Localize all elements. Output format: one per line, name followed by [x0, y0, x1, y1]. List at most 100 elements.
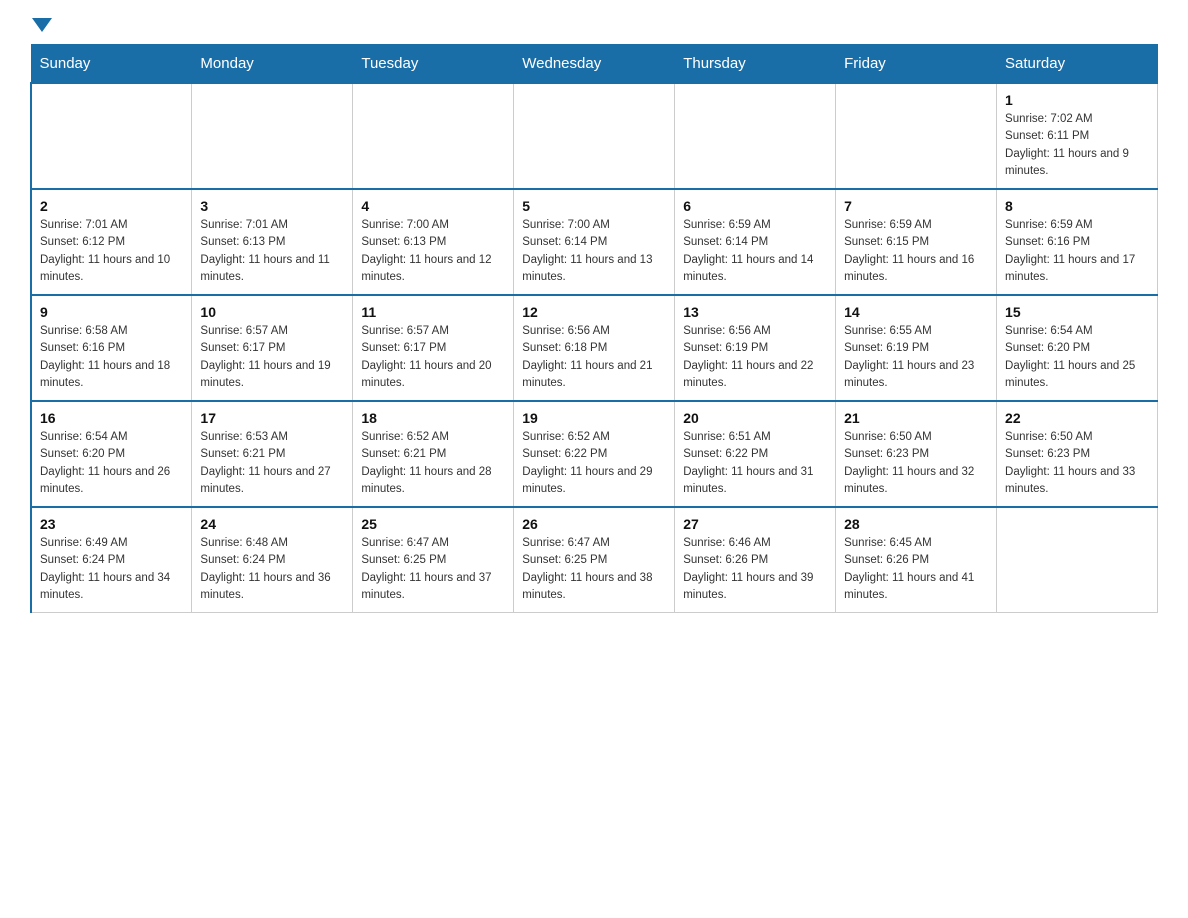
day-number: 11: [361, 304, 505, 320]
calendar-cell: 12 Sunrise: 6:56 AMSunset: 6:18 PMDayligh…: [514, 295, 675, 401]
day-info: Sunrise: 6:53 AMSunset: 6:21 PMDaylight:…: [200, 429, 344, 498]
day-number: 13: [683, 304, 827, 320]
calendar-cell: 28 Sunrise: 6:45 AMSunset: 6:26 PMDayligh…: [836, 507, 997, 613]
day-number: 17: [200, 410, 344, 426]
weekday-header-monday: Monday: [192, 45, 353, 84]
day-info: Sunrise: 6:52 AMSunset: 6:22 PMDaylight:…: [522, 429, 666, 498]
calendar-cell: 23 Sunrise: 6:49 AMSunset: 6:24 PMDayligh…: [31, 507, 192, 613]
calendar-cell: 4 Sunrise: 7:00 AMSunset: 6:13 PMDaylight…: [353, 189, 514, 295]
day-info: Sunrise: 6:54 AMSunset: 6:20 PMDaylight:…: [1005, 323, 1149, 392]
day-number: 18: [361, 410, 505, 426]
day-info: Sunrise: 6:56 AMSunset: 6:19 PMDaylight:…: [683, 323, 827, 392]
day-info: Sunrise: 6:58 AMSunset: 6:16 PMDaylight:…: [40, 323, 183, 392]
calendar-cell: 1 Sunrise: 7:02 AMSunset: 6:11 PMDaylight…: [997, 83, 1158, 189]
logo: [30, 20, 52, 34]
calendar-cell: 15 Sunrise: 6:54 AMSunset: 6:20 PMDayligh…: [997, 295, 1158, 401]
calendar-cell: 19 Sunrise: 6:52 AMSunset: 6:22 PMDayligh…: [514, 401, 675, 507]
day-number: 22: [1005, 410, 1149, 426]
calendar-cell: [997, 507, 1158, 613]
day-info: Sunrise: 6:49 AMSunset: 6:24 PMDaylight:…: [40, 535, 183, 604]
weekday-header-wednesday: Wednesday: [514, 45, 675, 84]
day-number: 14: [844, 304, 988, 320]
calendar-cell: 20 Sunrise: 6:51 AMSunset: 6:22 PMDayligh…: [675, 401, 836, 507]
page-header: [30, 20, 1158, 34]
calendar-cell: 26 Sunrise: 6:47 AMSunset: 6:25 PMDayligh…: [514, 507, 675, 613]
weekday-header-thursday: Thursday: [675, 45, 836, 84]
day-info: Sunrise: 6:47 AMSunset: 6:25 PMDaylight:…: [361, 535, 505, 604]
calendar-cell: 3 Sunrise: 7:01 AMSunset: 6:13 PMDaylight…: [192, 189, 353, 295]
calendar-table: SundayMondayTuesdayWednesdayThursdayFrid…: [30, 44, 1158, 613]
day-number: 4: [361, 198, 505, 214]
calendar-cell: [31, 83, 192, 189]
day-number: 10: [200, 304, 344, 320]
calendar-cell: 24 Sunrise: 6:48 AMSunset: 6:24 PMDayligh…: [192, 507, 353, 613]
day-number: 28: [844, 516, 988, 532]
calendar-cell: [675, 83, 836, 189]
calendar-cell: 27 Sunrise: 6:46 AMSunset: 6:26 PMDayligh…: [675, 507, 836, 613]
calendar-cell: 14 Sunrise: 6:55 AMSunset: 6:19 PMDayligh…: [836, 295, 997, 401]
day-info: Sunrise: 7:01 AMSunset: 6:12 PMDaylight:…: [40, 217, 183, 286]
calendar-cell: 8 Sunrise: 6:59 AMSunset: 6:16 PMDaylight…: [997, 189, 1158, 295]
weekday-header-row: SundayMondayTuesdayWednesdayThursdayFrid…: [31, 45, 1158, 84]
day-info: Sunrise: 6:59 AMSunset: 6:15 PMDaylight:…: [844, 217, 988, 286]
calendar-cell: 9 Sunrise: 6:58 AMSunset: 6:16 PMDaylight…: [31, 295, 192, 401]
calendar-week-row: 2 Sunrise: 7:01 AMSunset: 6:12 PMDaylight…: [31, 189, 1158, 295]
day-info: Sunrise: 6:55 AMSunset: 6:19 PMDaylight:…: [844, 323, 988, 392]
day-number: 2: [40, 198, 183, 214]
day-info: Sunrise: 6:46 AMSunset: 6:26 PMDaylight:…: [683, 535, 827, 604]
calendar-cell: [192, 83, 353, 189]
day-number: 24: [200, 516, 344, 532]
calendar-cell: 7Sunrise: 6:59 AMSunset: 6:15 PMDaylight…: [836, 189, 997, 295]
logo-triangle-icon: [32, 18, 52, 32]
day-number: 20: [683, 410, 827, 426]
calendar-cell: 2 Sunrise: 7:01 AMSunset: 6:12 PMDaylight…: [31, 189, 192, 295]
calendar-week-row: 23 Sunrise: 6:49 AMSunset: 6:24 PMDayligh…: [31, 507, 1158, 613]
day-info: Sunrise: 6:52 AMSunset: 6:21 PMDaylight:…: [361, 429, 505, 498]
calendar-cell: 6 Sunrise: 6:59 AMSunset: 6:14 PMDaylight…: [675, 189, 836, 295]
day-info: Sunrise: 6:48 AMSunset: 6:24 PMDaylight:…: [200, 535, 344, 604]
day-number: 3: [200, 198, 344, 214]
weekday-header-saturday: Saturday: [997, 45, 1158, 84]
day-number: 1: [1005, 92, 1149, 108]
weekday-header-friday: Friday: [836, 45, 997, 84]
calendar-cell: 13 Sunrise: 6:56 AMSunset: 6:19 PMDayligh…: [675, 295, 836, 401]
calendar-cell: 21 Sunrise: 6:50 AMSunset: 6:23 PMDayligh…: [836, 401, 997, 507]
day-number: 25: [361, 516, 505, 532]
day-number: 23: [40, 516, 183, 532]
day-number: 6: [683, 198, 827, 214]
day-number: 15: [1005, 304, 1149, 320]
day-info: Sunrise: 6:45 AMSunset: 6:26 PMDaylight:…: [844, 535, 988, 604]
day-info: Sunrise: 7:01 AMSunset: 6:13 PMDaylight:…: [200, 217, 344, 286]
day-info: Sunrise: 6:59 AMSunset: 6:14 PMDaylight:…: [683, 217, 827, 286]
day-info: Sunrise: 6:50 AMSunset: 6:23 PMDaylight:…: [844, 429, 988, 498]
calendar-cell: 5Sunrise: 7:00 AMSunset: 6:14 PMDaylight…: [514, 189, 675, 295]
day-number: 19: [522, 410, 666, 426]
day-number: 9: [40, 304, 183, 320]
weekday-header-tuesday: Tuesday: [353, 45, 514, 84]
day-info: Sunrise: 7:00 AMSunset: 6:13 PMDaylight:…: [361, 217, 505, 286]
calendar-cell: [514, 83, 675, 189]
day-info: Sunrise: 6:47 AMSunset: 6:25 PMDaylight:…: [522, 535, 666, 604]
day-number: 16: [40, 410, 183, 426]
day-info: Sunrise: 6:57 AMSunset: 6:17 PMDaylight:…: [361, 323, 505, 392]
day-info: Sunrise: 6:59 AMSunset: 6:16 PMDaylight:…: [1005, 217, 1149, 286]
calendar-cell: 17 Sunrise: 6:53 AMSunset: 6:21 PMDayligh…: [192, 401, 353, 507]
day-info: Sunrise: 6:57 AMSunset: 6:17 PMDaylight:…: [200, 323, 344, 392]
day-info: Sunrise: 7:02 AMSunset: 6:11 PMDaylight:…: [1005, 111, 1149, 180]
calendar-cell: [836, 83, 997, 189]
day-number: 21: [844, 410, 988, 426]
day-number: 8: [1005, 198, 1149, 214]
day-info: Sunrise: 6:50 AMSunset: 6:23 PMDaylight:…: [1005, 429, 1149, 498]
day-number: 27: [683, 516, 827, 532]
calendar-cell: 18 Sunrise: 6:52 AMSunset: 6:21 PMDayligh…: [353, 401, 514, 507]
calendar-cell: 25 Sunrise: 6:47 AMSunset: 6:25 PMDayligh…: [353, 507, 514, 613]
calendar-cell: 11 Sunrise: 6:57 AMSunset: 6:17 PMDayligh…: [353, 295, 514, 401]
day-info: Sunrise: 6:56 AMSunset: 6:18 PMDaylight:…: [522, 323, 666, 392]
day-info: Sunrise: 6:51 AMSunset: 6:22 PMDaylight:…: [683, 429, 827, 498]
calendar-cell: 22 Sunrise: 6:50 AMSunset: 6:23 PMDayligh…: [997, 401, 1158, 507]
calendar-week-row: 1 Sunrise: 7:02 AMSunset: 6:11 PMDaylight…: [31, 83, 1158, 189]
day-number: 12: [522, 304, 666, 320]
weekday-header-sunday: Sunday: [31, 45, 192, 84]
calendar-cell: [353, 83, 514, 189]
day-number: 26: [522, 516, 666, 532]
